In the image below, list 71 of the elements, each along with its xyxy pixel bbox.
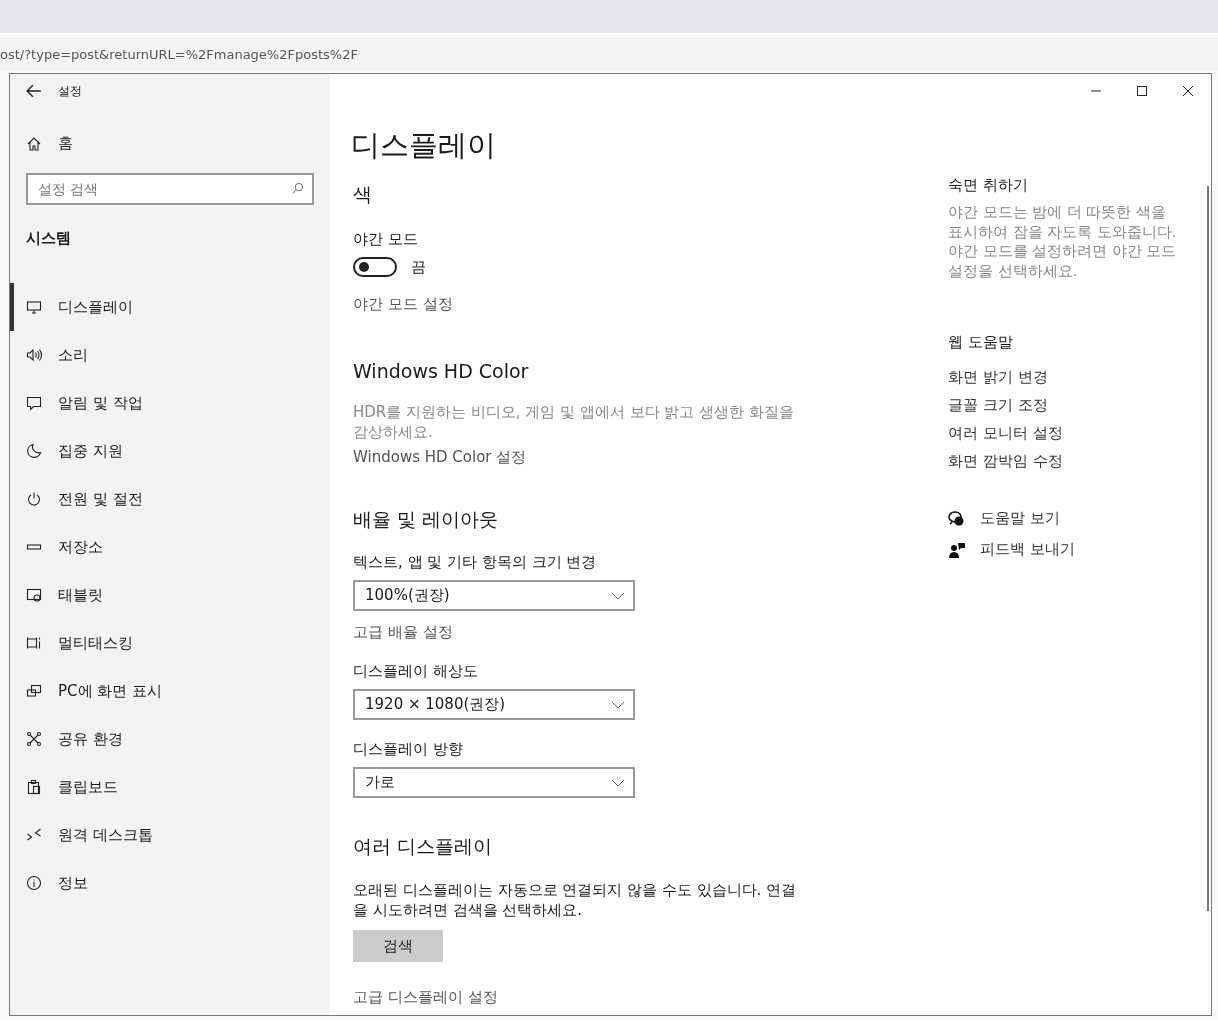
nav-item[interactable]: 집중 지원 <box>10 427 330 475</box>
description-text: HDR를 지원하는 비디오, 게임 및 앱에서 보다 밝고 생생한 화질을 감상하세요. <box>353 402 795 442</box>
multitask-icon <box>26 635 42 651</box>
setting-label: 야간 모드 <box>353 230 418 249</box>
toggle-state: 끔 <box>411 257 426 277</box>
aside-heading: 웹 도움말 <box>948 333 1013 352</box>
aside-text: 야간 모드는 밤에 더 따뜻한 색을 표시하여 잠을 자도록 도와줍니다. 야간 모드를 설정하려면 야간 모드 설정을 선택하세요. <box>948 203 1178 281</box>
setting-label: 디스플레이 방향 <box>353 740 463 759</box>
monitor-icon <box>26 299 42 315</box>
window-title: 설정 <box>58 82 82 100</box>
chevron-down-icon <box>611 591 625 600</box>
night-mode-toggle[interactable] <box>353 257 397 277</box>
feedback-link[interactable]: 피드백 보내기 <box>948 540 1075 559</box>
section-heading: 배율 및 레이아웃 <box>353 507 499 532</box>
night-mode-settings-link[interactable]: 야간 모드 설정 <box>353 295 453 314</box>
help-bubble-icon <box>948 510 966 527</box>
nav-item[interactable]: 멀티태스킹 <box>10 619 330 667</box>
chevron-down-icon <box>611 778 625 787</box>
clipboard-icon <box>26 779 42 795</box>
help-link[interactable]: 화면 깜박임 수정 <box>948 452 1063 471</box>
search-icon <box>291 182 304 195</box>
speaker-icon <box>26 347 42 363</box>
section-heading: 색 <box>353 182 372 207</box>
remote-icon <box>26 827 42 843</box>
address-bar[interactable]: ost/?type=post&returnURL=%2Fmanage%2Fposts%2F <box>0 37 1218 71</box>
section-heading: Windows HD Color <box>353 360 529 382</box>
nav-item[interactable]: 태블릿 <box>10 571 330 619</box>
person-feedback-icon <box>948 541 966 558</box>
chevron-down-icon <box>611 700 625 709</box>
moon-icon <box>26 443 42 459</box>
dropdown[interactable]: 가로 <box>353 767 635 798</box>
project-icon <box>26 683 42 699</box>
hd-color-settings-link[interactable]: Windows HD Color 설정 <box>353 448 527 467</box>
help-link[interactable]: 글꼴 크기 조정 <box>948 396 1048 415</box>
home-nav-item[interactable]: 홈 <box>10 134 330 153</box>
setting-label: 텍스트, 앱 및 기타 항목의 크기 변경 <box>353 553 597 572</box>
setting-label: 디스플레이 해상도 <box>353 662 478 681</box>
scrollbar[interactable] <box>1207 186 1209 911</box>
tablet-icon <box>26 587 42 603</box>
advanced-display-link[interactable]: 고급 디스플레이 설정 <box>353 988 498 1007</box>
home-icon <box>26 135 42 152</box>
nav-item[interactable]: 저장소 <box>10 523 330 571</box>
nav-item[interactable]: 소리 <box>10 331 330 379</box>
dropdown[interactable]: 1920 × 1080(권장) <box>353 689 635 720</box>
nav-item[interactable]: 클립보드 <box>10 763 330 811</box>
chat-icon <box>26 395 42 411</box>
back-arrow-icon[interactable] <box>26 83 42 99</box>
help-link[interactable]: 화면 밝기 변경 <box>948 368 1048 387</box>
detect-button[interactable]: 검색 <box>353 930 443 962</box>
nav-item[interactable]: 정보 <box>10 859 330 907</box>
section-heading: 여러 디스플레이 <box>353 834 493 859</box>
nav-item[interactable]: 원격 데스크톱 <box>10 811 330 859</box>
search-field[interactable]: 설정 검색 <box>26 173 314 205</box>
nav-item[interactable]: 디스플레이 <box>10 283 330 331</box>
info-icon <box>26 875 42 891</box>
nav-item[interactable]: PC에 화면 표시 <box>10 667 330 715</box>
help-link[interactable]: 여러 모니터 설정 <box>948 424 1063 443</box>
get-help-link[interactable]: 도움말 보기 <box>948 509 1075 528</box>
page-title: 디스플레이 <box>351 127 496 164</box>
nav-item[interactable]: 전원 및 절전 <box>10 475 330 523</box>
maximize-icon <box>1137 86 1147 96</box>
close-icon <box>1183 86 1193 96</box>
dropdown[interactable]: 100%(권장) <box>353 580 635 611</box>
advanced-scaling-link[interactable]: 고급 배율 설정 <box>353 623 453 642</box>
power-icon <box>26 491 42 507</box>
share-icon <box>26 731 42 747</box>
description-text: 오래된 디스플레이는 자동으로 연결되지 않을 수도 있습니다. 연결을 시도하려면 검색을 선택하세요. <box>353 880 798 920</box>
aside-heading: 숙면 취하기 <box>948 176 1028 195</box>
nav-item[interactable]: 공유 환경 <box>10 715 330 763</box>
section-heading: 시스템 <box>26 229 72 249</box>
nav-item[interactable]: 알림 및 작업 <box>10 379 330 427</box>
